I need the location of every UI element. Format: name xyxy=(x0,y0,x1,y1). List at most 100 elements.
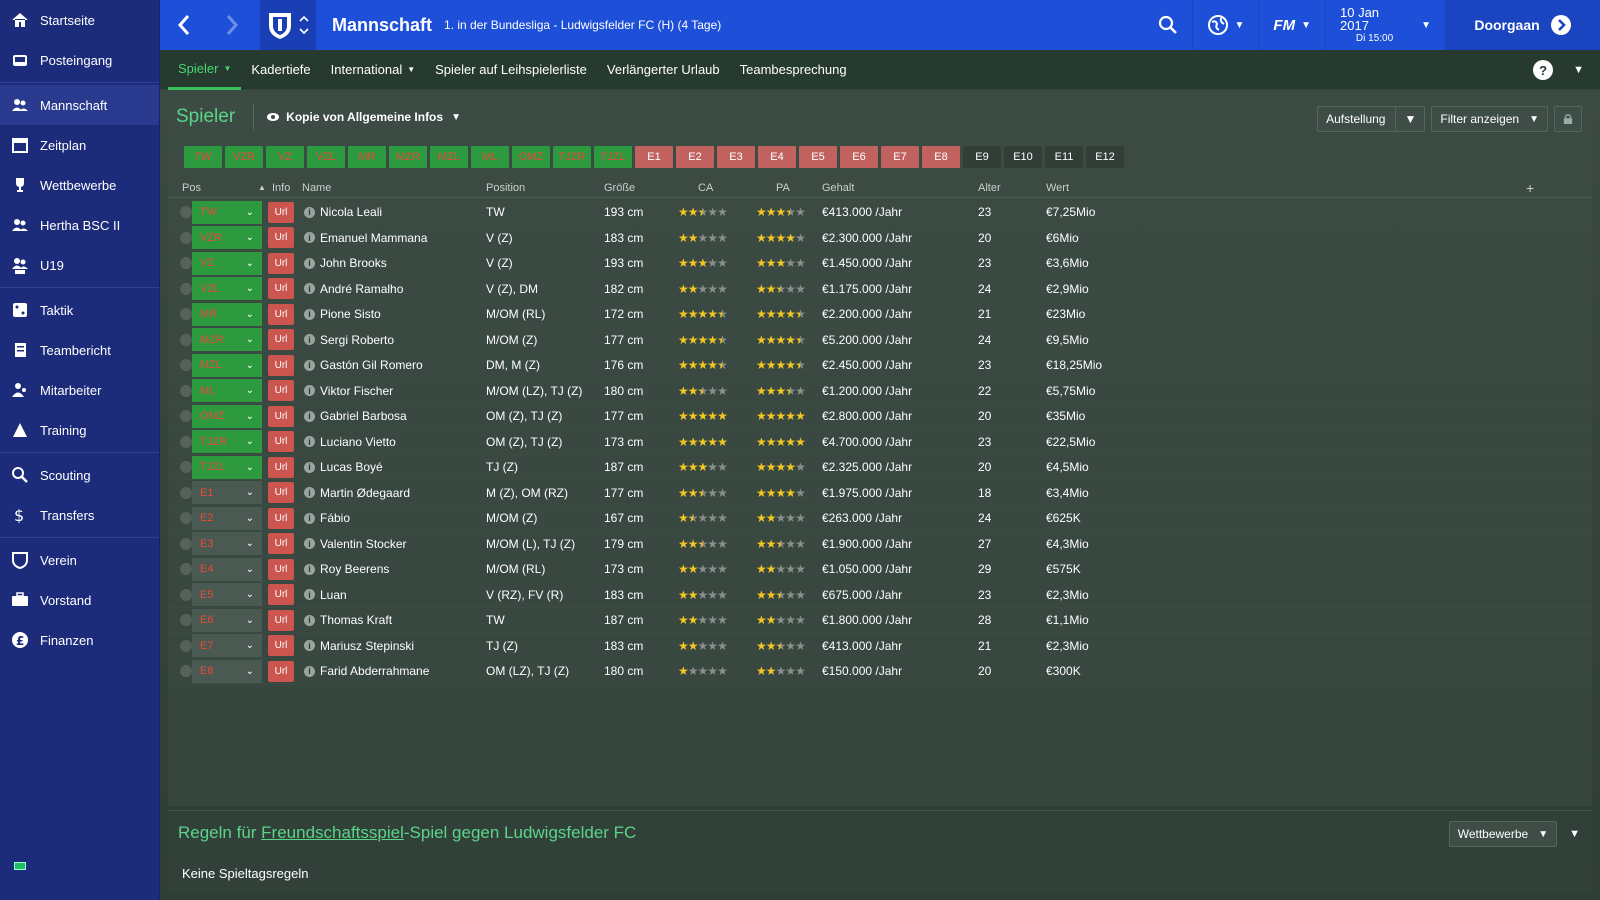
position-tab-omz[interactable]: OMZ xyxy=(512,146,550,168)
position-select[interactable]: MR ⌄ xyxy=(192,302,262,326)
sidebar-item-posteingang[interactable]: Posteingang xyxy=(0,40,159,80)
player-name[interactable]: Emanuel Mammana xyxy=(320,231,427,245)
position-tab-e1[interactable]: E1 xyxy=(635,146,673,168)
position-tab-tjzl[interactable]: TJZL xyxy=(594,146,632,168)
position-select[interactable]: E6 ⌄ xyxy=(192,608,262,632)
player-name[interactable]: Thomas Kraft xyxy=(320,613,392,627)
date-display[interactable]: 10 Jan 2017 Di 15:00 ▼ xyxy=(1325,0,1445,50)
player-name[interactable]: Sergi Roberto xyxy=(320,333,394,347)
player-name[interactable]: Nicola Leali xyxy=(320,205,382,219)
status-badge[interactable]: Url xyxy=(268,431,294,452)
position-select[interactable]: MZR ⌄ xyxy=(192,328,262,351)
position-tab-ml[interactable]: ML xyxy=(471,146,509,168)
position-select[interactable]: E7 ⌄ xyxy=(192,634,262,657)
sidebar-item-finanzen[interactable]: £ Finanzen xyxy=(0,620,159,660)
position-tab-tw[interactable]: TW xyxy=(184,146,222,168)
row-select-checkbox[interactable] xyxy=(180,639,192,652)
position-select[interactable]: TJZL ⌄ xyxy=(192,455,262,479)
back-button[interactable] xyxy=(160,0,208,50)
position-select[interactable]: VZL ⌄ xyxy=(192,277,262,300)
position-tab-e5[interactable]: E5 xyxy=(799,146,837,168)
tab-teambesprechung[interactable]: Teambesprechung xyxy=(730,50,857,90)
info-icon[interactable]: i xyxy=(304,614,315,626)
status-badge[interactable]: Url xyxy=(268,201,294,223)
table-row[interactable]: TW ⌄ Url i Nicola Leali TW 193 cm ★★★★★ ★★★★★ €41… xyxy=(168,200,1592,225)
info-icon[interactable]: i xyxy=(304,283,315,294)
status-badge[interactable]: Url xyxy=(268,482,294,503)
position-select[interactable]: E8 ⌄ xyxy=(192,659,262,683)
table-row[interactable]: E4 ⌄ Url i Roy Beerens M/OM (RL) 173 cm ★★★★★ ★★… xyxy=(168,557,1592,582)
table-row[interactable]: TJZL ⌄ Url i Lucas Boyé TJ (Z) 187 cm ★★★★★ ★★★★… xyxy=(168,455,1592,480)
position-tab-tjzr[interactable]: TJZR xyxy=(553,146,591,168)
row-select-checkbox[interactable] xyxy=(180,486,192,499)
info-icon[interactable]: i xyxy=(304,538,315,549)
table-row[interactable]: MZR ⌄ Url i Sergi Roberto M/OM (Z) 177 cm ★★★★★… xyxy=(168,328,1592,353)
sidebar-item-mannschaft[interactable]: Mannschaft xyxy=(0,85,159,125)
col-height[interactable]: Größe xyxy=(604,182,635,194)
position-tab-vzl[interactable]: VZL xyxy=(307,146,345,168)
position-tab-e10[interactable]: E10 xyxy=(1004,146,1042,168)
table-row[interactable]: VZR ⌄ Url i Emanuel Mammana V (Z) 183 cm ★★★★★ ★… xyxy=(168,226,1592,251)
row-select-checkbox[interactable] xyxy=(180,282,192,295)
player-name[interactable]: Fábio xyxy=(320,511,350,525)
continue-button[interactable]: Doorgaan xyxy=(1445,0,1600,50)
player-name[interactable]: Luan xyxy=(320,588,347,602)
position-select[interactable]: E2 ⌄ xyxy=(192,506,262,530)
player-name[interactable]: André Ramalho xyxy=(320,282,403,296)
info-icon[interactable]: i xyxy=(304,436,315,447)
view-selector[interactable]: Kopie von Allgemeine Infos ▼ xyxy=(253,104,461,130)
player-name[interactable]: Viktor Fischer xyxy=(320,384,393,398)
status-badge[interactable]: Url xyxy=(268,329,294,350)
table-row[interactable]: E2 ⌄ Url i Fábio M/OM (Z) 167 cm ★★★★★ ★★★★★ €263… xyxy=(168,506,1592,531)
sidebar-item-teambericht[interactable]: Teambericht xyxy=(0,330,159,370)
row-select-checkbox[interactable] xyxy=(180,614,192,626)
position-tab-e6[interactable]: E6 xyxy=(840,146,878,168)
search-button[interactable] xyxy=(1144,0,1192,50)
status-badge[interactable]: Url xyxy=(268,609,294,631)
info-icon[interactable]: i xyxy=(304,257,315,269)
position-tab-vz[interactable]: VZ xyxy=(266,146,304,168)
position-select[interactable]: TJZR ⌄ xyxy=(192,430,262,453)
position-select[interactable]: TW ⌄ xyxy=(192,200,262,224)
row-select-checkbox[interactable] xyxy=(180,588,192,601)
table-row[interactable]: OMZ ⌄ Url i Gabriel Barbosa OM (Z), TJ (Z) 177… xyxy=(168,404,1592,429)
info-icon[interactable]: i xyxy=(304,232,315,243)
filter-button[interactable]: Filter anzeigen ▼ xyxy=(1431,106,1548,132)
table-row[interactable]: ML ⌄ Url i Viktor Fischer M/OM (LZ), TJ (Z) 18… xyxy=(168,379,1592,404)
status-badge[interactable]: Url xyxy=(268,533,294,554)
status-badge[interactable]: Url xyxy=(268,635,294,656)
position-tab-mr[interactable]: MR xyxy=(348,146,386,168)
table-row[interactable]: VZL ⌄ Url i André Ramalho V (Z), DM 182 cm ★★★★… xyxy=(168,277,1592,302)
row-select-checkbox[interactable] xyxy=(180,206,192,218)
add-column-button[interactable]: + xyxy=(1526,180,1534,196)
tab-verl-ngerter-urlaub[interactable]: Verlängerter Urlaub xyxy=(597,50,730,90)
row-select-checkbox[interactable] xyxy=(180,563,192,575)
status-badge[interactable]: Url xyxy=(268,456,294,478)
next-match-info[interactable]: 1. in der Bundesliga - Ludwigsfelder FC … xyxy=(444,18,721,32)
info-icon[interactable]: i xyxy=(304,665,315,677)
position-tab-e7[interactable]: E7 xyxy=(881,146,919,168)
player-name[interactable]: Martin Ødegaard xyxy=(320,486,410,500)
sidebar-item-u19[interactable]: U19 xyxy=(0,245,159,285)
player-name[interactable]: Mariusz Stepinski xyxy=(320,639,414,653)
position-select[interactable]: ML ⌄ xyxy=(192,379,262,402)
position-tab-mzr[interactable]: MZR xyxy=(389,146,427,168)
position-select[interactable]: E3 ⌄ xyxy=(192,532,262,555)
status-badge[interactable]: Url xyxy=(268,584,294,605)
col-pos[interactable]: Pos xyxy=(182,182,201,194)
info-icon[interactable]: i xyxy=(304,640,315,651)
position-tab-e9[interactable]: E9 xyxy=(963,146,1001,168)
col-info[interactable]: Info xyxy=(272,182,290,194)
sidebar-item-transfers[interactable]: $ Transfers xyxy=(0,495,159,535)
row-select-checkbox[interactable] xyxy=(180,308,192,320)
sidebar-item-zeitplan[interactable]: Zeitplan xyxy=(0,125,159,165)
lock-button[interactable] xyxy=(1554,106,1582,132)
row-select-checkbox[interactable] xyxy=(180,435,192,448)
table-row[interactable]: VZ ⌄ Url i John Brooks V (Z) 193 cm ★★★★★ ★★★★★ €… xyxy=(168,251,1592,276)
player-name[interactable]: Gastón Gil Romero xyxy=(320,358,423,372)
player-name[interactable]: Farid Abderrahmane xyxy=(320,664,429,678)
col-name[interactable]: Name xyxy=(302,182,331,194)
position-select[interactable]: OMZ ⌄ xyxy=(192,404,262,428)
position-tab-vzr[interactable]: VZR xyxy=(225,146,263,168)
info-icon[interactable]: i xyxy=(304,512,315,524)
